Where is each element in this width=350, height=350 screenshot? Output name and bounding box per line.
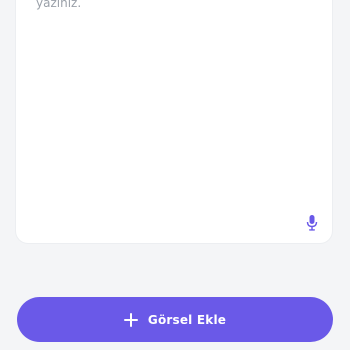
plus-icon	[123, 312, 138, 327]
microphone-icon	[306, 215, 318, 231]
screen: yazınız. Görsel Ekle	[0, 0, 350, 350]
add-image-button[interactable]: Görsel Ekle	[17, 297, 333, 342]
microphone-button[interactable]	[304, 214, 320, 232]
add-image-label: Görsel Ekle	[147, 312, 227, 327]
prompt-text: yazınız.	[36, 0, 82, 10]
text-input-card[interactable]: yazınız.	[16, 0, 332, 243]
